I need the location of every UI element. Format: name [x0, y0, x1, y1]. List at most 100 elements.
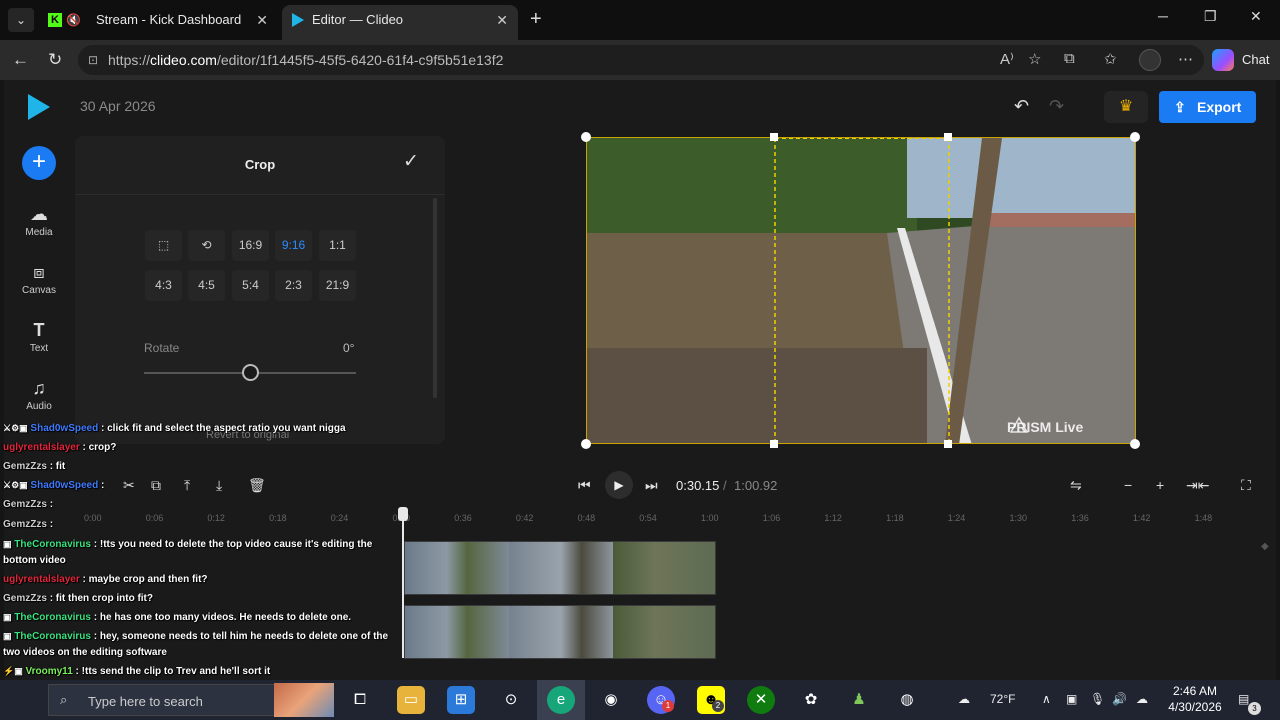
profile-avatar[interactable]	[1139, 49, 1161, 71]
crop-corner-handle[interactable]	[581, 132, 591, 142]
window-close-icon[interactable]: ✕	[1250, 8, 1262, 25]
minimize-icon[interactable]: ─	[1158, 8, 1168, 24]
chat-username[interactable]: GemzZzs	[3, 461, 47, 472]
ratio-1-1-button[interactable]: 1:1	[319, 230, 356, 261]
more-menu-icon[interactable]: ⋯	[1178, 50, 1193, 68]
tray-chevron-icon[interactable]: ∧	[1042, 692, 1051, 706]
video-clip-track-1[interactable]	[404, 541, 716, 595]
chat-username[interactable]: GemzZzs	[3, 499, 47, 510]
panel-scrollbar[interactable]	[433, 198, 437, 398]
fit-timeline-icon[interactable]: ⇥⇤	[1186, 477, 1209, 494]
ratio-21-9-button[interactable]: 21:9	[319, 270, 356, 301]
export-button[interactable]: ⇪ Export	[1159, 91, 1256, 123]
chat-username[interactable]: Vroomy11	[26, 666, 73, 677]
extensions-icon[interactable]: ⧉	[1064, 50, 1075, 67]
file-explorer-icon[interactable]: ▭	[397, 686, 425, 714]
ratio-9-16-button[interactable]: 9:16	[275, 230, 312, 261]
copilot-icon[interactable]	[1212, 49, 1234, 71]
ratio-4-3-button[interactable]: 4:3	[145, 270, 182, 301]
sidebar-item-text[interactable]: T Text	[16, 320, 62, 354]
playhead[interactable]	[402, 508, 404, 658]
tab-actions-chevron-icon[interactable]: ⌄	[8, 8, 34, 32]
site-info-icon[interactable]: ⊡	[88, 45, 98, 75]
chat-username[interactable]: GemzZzs	[3, 593, 47, 604]
chess-pawn-icon[interactable]: ♟	[845, 686, 873, 714]
volume-icon[interactable]: 🔊	[1112, 692, 1127, 706]
copilot-chat-label[interactable]: Chat	[1242, 52, 1269, 67]
chat-username[interactable]: uglyrentalslayer	[3, 442, 80, 453]
premium-crown-icon[interactable]: ♛	[1104, 91, 1148, 123]
taskbar-search-placeholder: Type here to search	[88, 694, 203, 709]
close-tab-icon[interactable]: ✕	[256, 5, 268, 35]
video-clip-track-2[interactable]	[404, 605, 716, 659]
sidebar-item-audio[interactable]: ♫ Audio	[16, 378, 62, 412]
chat-username[interactable]: TheCoronavirus	[14, 631, 91, 642]
add-media-button[interactable]: +	[22, 146, 56, 180]
refresh-icon[interactable]: ↻	[48, 50, 62, 70]
chat-username[interactable]: TheCoronavirus	[14, 612, 91, 623]
video-preview[interactable]: PRISM Live	[586, 137, 1136, 444]
chat-username[interactable]: Shad0wSpeed	[30, 480, 98, 491]
crop-corner-handle[interactable]	[1130, 439, 1140, 449]
adjust-settings-icon[interactable]: ⇋	[1070, 477, 1082, 494]
recording-app-icon[interactable]: ◍	[893, 686, 921, 714]
sidebar-item-canvas[interactable]: ⧈ Canvas	[16, 262, 62, 296]
fullscreen-icon[interactable]: ⛶	[1241, 477, 1251, 494]
chat-username[interactable]: uglyrentalslayer	[3, 574, 80, 585]
favorites-icon[interactable]: ✩	[1104, 50, 1117, 68]
microphone-icon[interactable]: 🎙	[1090, 692, 1105, 706]
ratio-2-3-button[interactable]: 2:3	[275, 270, 312, 301]
url-scheme: https://	[108, 52, 151, 68]
tab-kick-dashboard[interactable]: K 🔇 Stream - Kick Dashboard ✕	[38, 5, 278, 40]
task-view-icon[interactable]: ⧠	[346, 686, 374, 714]
crop-area-handle[interactable]	[770, 133, 778, 141]
rotate-slider-knob[interactable]	[242, 364, 259, 381]
xbox-icon[interactable]: ✕	[747, 686, 775, 714]
chat-username[interactable]: Shad0wSpeed	[30, 423, 98, 434]
playhead-handle[interactable]	[398, 507, 408, 521]
rotate-ratio-icon[interactable]: ⟲	[188, 230, 225, 261]
obs-icon[interactable]: ◉	[597, 686, 625, 714]
app-icon[interactable]: ✿	[797, 686, 825, 714]
freeform-crop-icon[interactable]: ⬚	[145, 230, 182, 261]
taskbar-clock[interactable]: 2:46 AM 4/30/2026	[1160, 683, 1230, 715]
skip-back-icon[interactable]: ⏮	[578, 477, 591, 494]
tab-clideo-editor[interactable]: Editor — Clideo ✕	[282, 5, 518, 40]
ruler-tick: 1:18	[886, 513, 904, 523]
ratio-4-5-button[interactable]: 4:5	[188, 270, 225, 301]
read-aloud-icon[interactable]: A⁾	[1000, 50, 1014, 68]
skip-forward-icon[interactable]: ⏭	[645, 477, 658, 494]
close-tab-icon[interactable]: ✕	[496, 5, 508, 35]
back-arrow-icon[interactable]: ←	[12, 50, 29, 70]
chat-username[interactable]: TheCoronavirus	[14, 539, 91, 550]
network-icon[interactable]: ☁	[1136, 692, 1148, 706]
chat-text: : fit	[49, 461, 66, 472]
muted-speaker-icon[interactable]: 🔇	[66, 5, 81, 35]
zoom-in-icon[interactable]: +	[1156, 477, 1164, 493]
chat-username[interactable]: GemzZzs	[3, 519, 47, 530]
undo-icon[interactable]: ↶	[1014, 96, 1029, 117]
crop-area-handle[interactable]	[770, 440, 778, 448]
timeline-scroll-icon[interactable]: ◆	[1261, 541, 1269, 552]
weather-icon[interactable]: ☁	[958, 692, 970, 706]
crop-corner-handle[interactable]	[581, 439, 591, 449]
crop-corner-handle[interactable]	[1130, 132, 1140, 142]
apply-checkmark-icon[interactable]: ✓	[403, 150, 419, 173]
edge-browser-icon[interactable]: e	[547, 686, 575, 714]
restore-icon[interactable]: ❐	[1204, 8, 1217, 25]
meet-now-icon[interactable]: ▣	[1066, 692, 1077, 706]
steam-icon[interactable]: ⊙	[497, 686, 525, 714]
crop-area-handle[interactable]	[944, 133, 952, 141]
clideo-logo-icon[interactable]	[28, 94, 50, 120]
crop-area-handle[interactable]	[944, 440, 952, 448]
zoom-out-icon[interactable]: −	[1124, 477, 1132, 493]
notifications-icon[interactable]: ▤	[1238, 692, 1249, 706]
ratio-16-9-button[interactable]: 16:9	[232, 230, 269, 261]
sidebar-item-media[interactable]: ☁ Media	[16, 204, 62, 238]
play-button[interactable]: ▶	[605, 471, 633, 499]
ratio-5-4-button[interactable]: 5:4	[232, 270, 269, 301]
weather-temperature[interactable]: 72°F	[990, 692, 1015, 706]
new-tab-plus-icon[interactable]: +	[530, 8, 542, 31]
favorite-star-icon[interactable]: ☆	[1028, 50, 1041, 68]
microsoft-store-icon[interactable]: ⊞	[447, 686, 475, 714]
